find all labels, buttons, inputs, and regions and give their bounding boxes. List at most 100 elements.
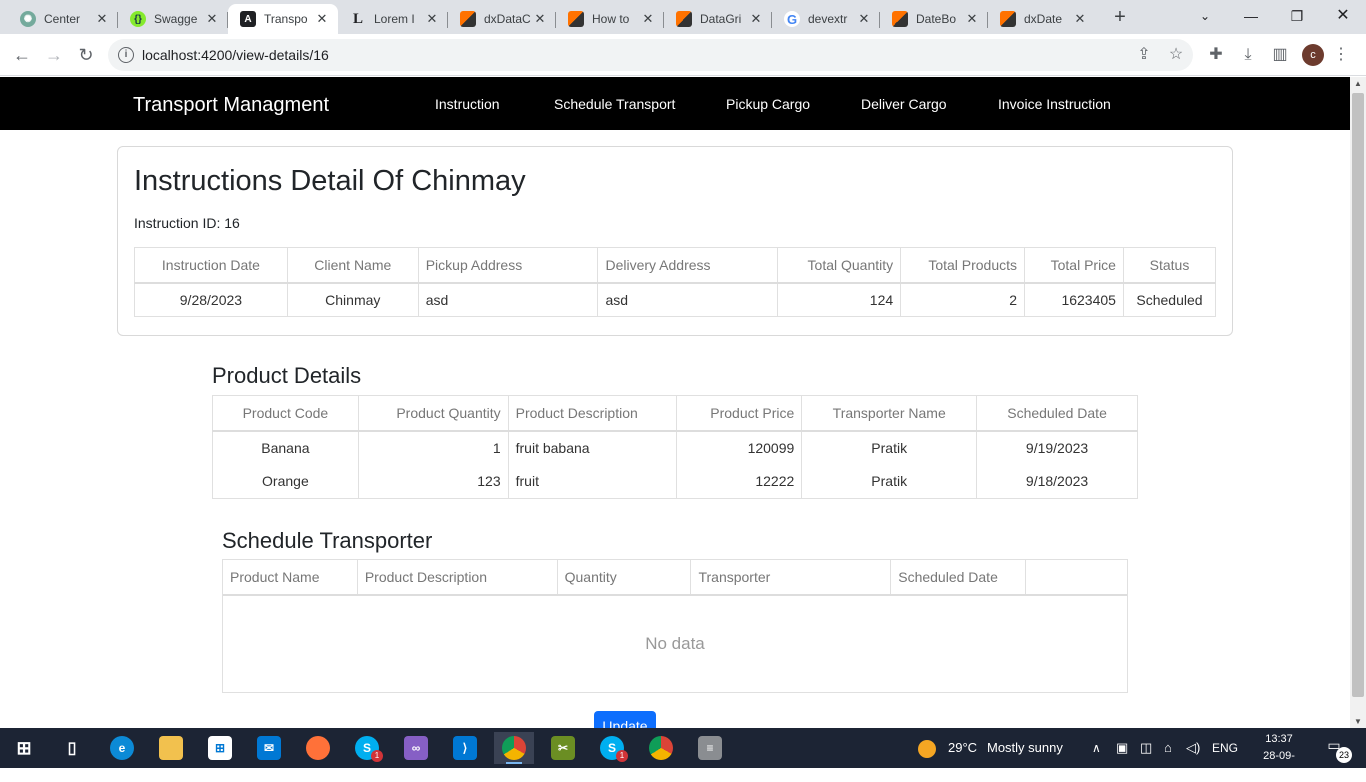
browser-tab-10[interactable]: dxDate ✕ xyxy=(988,4,1096,34)
column-header[interactable]: Transporter Name xyxy=(801,395,978,432)
taskbar-app-edge[interactable]: e xyxy=(102,732,142,764)
url-text[interactable]: localhost:4200/view-details/16 xyxy=(142,47,329,63)
taskbar-app-visual-studio[interactable]: ∞ xyxy=(396,732,436,764)
column-header[interactable]: Scheduled Date xyxy=(976,395,1138,432)
scroll-up-icon[interactable]: ▲ xyxy=(1354,79,1362,88)
column-header[interactable]: Total Price xyxy=(1024,247,1124,284)
restore-icon[interactable]: ❐ xyxy=(1274,4,1320,30)
back-icon[interactable]: ← xyxy=(9,42,35,68)
browser-tab-6[interactable]: How to ✕ xyxy=(556,4,664,34)
browser-tab-2[interactable]: {} Swagge ✕ xyxy=(118,4,228,34)
column-header[interactable]: Product Description xyxy=(356,559,558,596)
close-icon[interactable]: ✕ xyxy=(856,11,872,27)
site-info-icon[interactable]: i xyxy=(118,47,134,63)
close-icon[interactable]: ✕ xyxy=(1072,11,1088,27)
column-header[interactable]: Total Quantity xyxy=(777,247,902,284)
taskbar-app-tool[interactable]: ✂ xyxy=(543,732,583,764)
nav-link-schedule-transport[interactable]: Schedule Transport xyxy=(554,96,675,112)
column-header[interactable]: Product Code xyxy=(212,395,359,432)
column-header[interactable]: Total Products xyxy=(900,247,1026,284)
taskbar-app-chrome-2[interactable] xyxy=(641,732,681,764)
tray-device-icon[interactable]: ▣ xyxy=(1116,728,1128,768)
column-header[interactable]: Product Description xyxy=(507,395,678,432)
browser-tab-4[interactable]: L Lorem I ✕ xyxy=(338,4,448,34)
taskbar-app-skype-2[interactable]: S 1 xyxy=(592,732,632,764)
weather-icon[interactable] xyxy=(918,728,936,768)
weather-text[interactable]: Mostly sunny xyxy=(987,728,1063,768)
window-close-icon[interactable]: ✕ xyxy=(1320,4,1366,30)
reload-icon[interactable]: ↻ xyxy=(73,42,99,68)
column-header[interactable]: Product Quantity xyxy=(357,395,509,432)
table-row[interactable]: Banana 1 fruit babana 120099 Pratik 9/19… xyxy=(212,430,1138,465)
taskbar-app-database[interactable]: ≡ xyxy=(690,732,730,764)
browser-tab-7[interactable]: DataGri ✕ xyxy=(664,4,772,34)
network-icon[interactable]: ⌂ xyxy=(1164,728,1172,768)
system-clock[interactable]: 13:37 28-09-2023 xyxy=(1252,731,1306,782)
taskbar-app-skype-1[interactable]: S 1 xyxy=(347,732,387,764)
taskbar-app-chrome-active[interactable] xyxy=(494,732,534,764)
column-header[interactable]: Scheduled Date xyxy=(890,559,1027,596)
page-scrollbar[interactable]: ▲ ▼ xyxy=(1350,77,1366,728)
tab-search-icon[interactable]: ⌄ xyxy=(1182,4,1228,30)
volume-icon[interactable]: ◁) xyxy=(1186,728,1200,768)
taskbar-app-explorer[interactable] xyxy=(151,732,191,764)
close-icon[interactable]: ✕ xyxy=(204,11,220,27)
column-header[interactable]: Product Price xyxy=(676,395,803,432)
taskbar-app-firefox[interactable] xyxy=(298,732,338,764)
more-menu-icon[interactable]: ⋮ xyxy=(1333,44,1349,66)
address-bar[interactable]: i localhost:4200/view-details/16 ⇪ ☆ xyxy=(108,39,1193,71)
column-header[interactable]: Product Name xyxy=(222,559,358,596)
table-row[interactable]: 9/28/2023 Chinmay asd asd 124 2 1623405 … xyxy=(134,282,1217,317)
browser-tab-1[interactable]: ✺ Center ✕ xyxy=(8,4,118,34)
side-panel-icon[interactable]: ▥ xyxy=(1269,44,1291,66)
taskbar-app-vscode[interactable]: ⟩ xyxy=(445,732,485,764)
column-header[interactable]: Pickup Address xyxy=(417,247,599,284)
browser-tab-8[interactable]: G devextr ✕ xyxy=(772,4,880,34)
app-brand[interactable]: Transport Managment xyxy=(133,94,329,117)
tray-chevron-up-icon[interactable]: ∧ xyxy=(1092,728,1101,768)
minimize-icon[interactable]: — xyxy=(1228,4,1274,30)
update-button[interactable]: Update xyxy=(594,711,656,728)
share-icon[interactable]: ⇪ xyxy=(1134,45,1154,65)
column-header[interactable]: Client Name xyxy=(286,247,419,284)
table-row[interactable]: Orange 123 fruit 12222 Pratik 9/18/2023 xyxy=(212,464,1138,499)
browser-tab-strip: ✺ Center ✕ {} Swagge ✕ A Transpo ✕ L Lor… xyxy=(0,0,1366,34)
column-header[interactable]: Instruction Date xyxy=(134,247,288,284)
column-header[interactable]: Status xyxy=(1122,247,1217,284)
forward-icon[interactable]: → xyxy=(41,42,67,68)
nav-link-pickup-cargo[interactable]: Pickup Cargo xyxy=(726,96,810,112)
taskbar-app-mail[interactable]: ✉ xyxy=(249,732,289,764)
nav-link-instruction[interactable]: Instruction xyxy=(435,96,500,112)
column-header[interactable]: Transporter xyxy=(690,559,892,596)
new-tab-icon[interactable]: + xyxy=(1108,5,1132,29)
input-language[interactable]: ENG xyxy=(1212,728,1238,768)
download-icon[interactable]: ⤓ xyxy=(1237,44,1259,66)
close-icon[interactable]: ✕ xyxy=(640,11,656,27)
close-icon[interactable]: ✕ xyxy=(314,11,330,27)
notification-center-icon[interactable]: ▭ 23 xyxy=(1322,737,1352,763)
browser-tab-active[interactable]: A Transpo ✕ xyxy=(228,4,338,34)
browser-tab-9[interactable]: DateBo ✕ xyxy=(880,4,988,34)
scroll-down-icon[interactable]: ▼ xyxy=(1354,717,1362,726)
bookmark-star-icon[interactable]: ☆ xyxy=(1166,45,1186,65)
column-header[interactable]: Delivery Address xyxy=(597,247,779,284)
store-icon: ⊞ xyxy=(208,736,232,760)
column-header[interactable]: Quantity xyxy=(556,559,692,596)
browser-tab-5[interactable]: dxDataC ✕ xyxy=(448,4,556,34)
scrollbar-thumb[interactable] xyxy=(1352,93,1364,697)
nav-link-deliver-cargo[interactable]: Deliver Cargo xyxy=(861,96,947,112)
extensions-icon[interactable]: ✚ xyxy=(1205,44,1227,66)
close-icon[interactable]: ✕ xyxy=(94,11,110,27)
close-icon[interactable]: ✕ xyxy=(964,11,980,27)
taskbar-app-store[interactable]: ⊞ xyxy=(200,732,240,764)
profile-avatar[interactable]: c xyxy=(1302,44,1324,66)
close-icon[interactable]: ✕ xyxy=(748,11,764,27)
tray-camera-icon[interactable]: ◫ xyxy=(1140,728,1152,768)
weather-temp[interactable]: 29°C xyxy=(948,728,977,768)
nav-link-invoice-instruction[interactable]: Invoice Instruction xyxy=(998,96,1111,112)
close-icon[interactable]: ✕ xyxy=(532,11,548,27)
close-icon[interactable]: ✕ xyxy=(424,11,440,27)
start-button[interactable]: ⊞ xyxy=(4,732,44,764)
table-cell: 123 xyxy=(357,464,509,499)
task-view-button[interactable]: ▯ xyxy=(52,732,92,764)
